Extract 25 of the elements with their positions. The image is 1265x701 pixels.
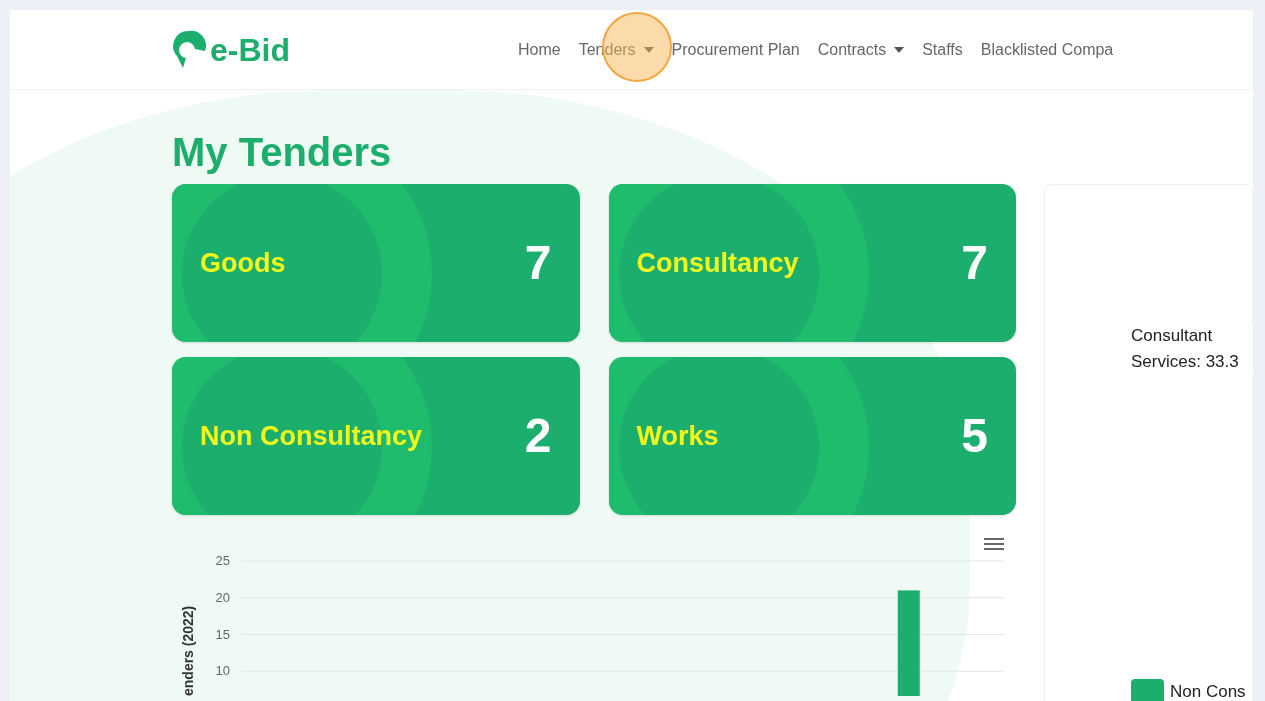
nav-link[interactable]: Contracts: [817, 37, 905, 62]
card-count: 2: [524, 408, 552, 464]
nav-link[interactable]: Blacklisted Compa: [980, 37, 1114, 62]
menu-icon[interactable]: [984, 538, 1004, 550]
card-label: Works: [636, 419, 719, 453]
axis-tick-label: 20: [215, 589, 230, 605]
axis-title: enders (2022): [180, 605, 196, 696]
caret-icon: [643, 46, 654, 53]
caret-icon: [894, 46, 905, 53]
axis-tick-label: 10: [215, 663, 230, 679]
brand-name: e-Bid: [210, 30, 290, 70]
card-count: 5: [961, 408, 988, 464]
nav-link[interactable]: Procurement Plan: [671, 37, 800, 62]
chart-tooltip: Consultant Services: 33.3: [1131, 323, 1253, 375]
card-count: 7: [961, 235, 988, 291]
axis-tick-label: 15: [215, 626, 230, 642]
nav-link[interactable]: Home: [518, 37, 561, 62]
card-count: 7: [524, 235, 552, 291]
legend-label: Non Cons: [1170, 681, 1246, 701]
nav-link[interactable]: Staffs: [922, 37, 963, 62]
card-label: Consultancy: [636, 246, 799, 280]
card-label: Non Consultancy: [200, 419, 422, 453]
axis-tick-label: 25: [215, 553, 230, 568]
page-title: My Tenders: [172, 129, 393, 176]
card-label: Goods: [200, 246, 286, 280]
